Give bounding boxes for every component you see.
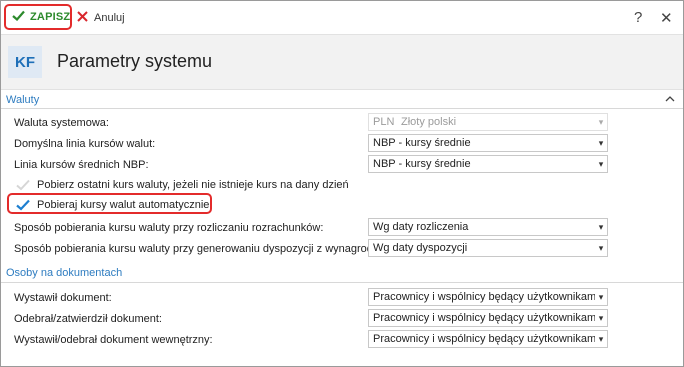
- chevron-down-icon[interactable]: ▾: [595, 243, 607, 254]
- close-icon[interactable]: ✕: [660, 9, 673, 27]
- label-linia-srednich: Linia kursów średnich NBP:: [14, 159, 149, 171]
- chevron-down-icon[interactable]: ▾: [595, 334, 607, 345]
- cancel-button-label: Anuluj: [94, 12, 125, 24]
- checkbox-pobierz-ostatni[interactable]: Pobierz ostatni kurs waluty, jeżeli nie …: [15, 177, 349, 192]
- chevron-down-icon[interactable]: ▾: [595, 292, 607, 303]
- chevron-up-icon[interactable]: [665, 93, 675, 105]
- help-icon[interactable]: ?: [634, 9, 642, 26]
- label-wystawil: Wystawił dokument:: [14, 292, 112, 304]
- sposob-dyspozycji-value: Wg daty dyspozycji: [373, 242, 468, 254]
- domyslna-linia-select[interactable]: NBP - kursy średnie ▾: [368, 134, 608, 152]
- linia-srednich-value: NBP - kursy średnie: [373, 158, 471, 170]
- wewnetrzny-value: Pracownicy i wspólnicy będący użytkownik…: [373, 333, 595, 345]
- parametry-systemu-window: ZAPISZ Anuluj ? ✕ KF Parametry systemu W…: [0, 0, 684, 367]
- wystawil-select[interactable]: Pracownicy i wspólnicy będący użytkownik…: [368, 288, 608, 306]
- label-domyslna-linia: Domyślna linia kursów walut:: [14, 138, 156, 150]
- chevron-down-icon[interactable]: ▾: [595, 313, 607, 324]
- sposob-rozrachunkow-value: Wg daty rozliczenia: [373, 221, 469, 233]
- checkbox-label: Pobierz ostatni kurs waluty, jeżeli nie …: [37, 178, 349, 191]
- label-wewnetrzny: Wystawił/odebrał dokument wewnętrzny:: [14, 334, 213, 346]
- wystawil-value: Pracownicy i wspólnicy będący użytkownik…: [373, 291, 595, 303]
- close-x-icon: [77, 11, 88, 25]
- checked-checkmark-icon[interactable]: [15, 197, 30, 212]
- currency-code: PLN: [373, 116, 395, 128]
- odebral-value: Pracownicy i wspólnicy będący użytkownik…: [373, 312, 595, 324]
- linia-srednich-select[interactable]: NBP - kursy średnie ▾: [368, 155, 608, 173]
- checkbox-pobieraj-automatycznie[interactable]: Pobieraj kursy walut automatycznie: [15, 197, 209, 212]
- toolbar: ZAPISZ Anuluj ? ✕: [1, 1, 683, 34]
- chevron-down-icon[interactable]: ▾: [595, 138, 607, 149]
- module-badge: KF: [8, 46, 42, 78]
- divider: [1, 282, 683, 283]
- label-sposob-dyspozycji: Sposób pobierania kursu waluty przy gene…: [14, 243, 394, 255]
- chevron-down-icon: ▾: [598, 116, 604, 127]
- unchecked-checkmark-icon[interactable]: [15, 177, 30, 192]
- label-sposob-rozrachunkow: Sposób pobierania kursu waluty przy rozl…: [14, 222, 324, 234]
- currency-name: Złoty polski: [401, 116, 457, 128]
- chevron-down-icon[interactable]: ▾: [595, 222, 607, 233]
- odebral-select[interactable]: Pracownicy i wspólnicy będący użytkownik…: [368, 309, 608, 327]
- checkbox-label: Pobieraj kursy walut automatycznie: [37, 198, 210, 211]
- section-title-osoby[interactable]: Osoby na dokumentach: [6, 267, 122, 279]
- save-button[interactable]: ZAPISZ: [4, 4, 72, 30]
- sposob-rozrachunkow-select[interactable]: Wg daty rozliczenia ▾: [368, 218, 608, 236]
- waluta-systemowa-select: PLN Złoty polski ▾: [368, 113, 608, 131]
- label-waluta-systemowa: Waluta systemowa:: [14, 117, 109, 129]
- save-button-label: ZAPISZ: [30, 11, 71, 23]
- cancel-button[interactable]: Anuluj: [77, 8, 125, 28]
- checkmark-icon: [12, 10, 25, 24]
- sposob-dyspozycji-select[interactable]: Wg daty dyspozycji ▾: [368, 239, 608, 257]
- label-odebral: Odebrał/zatwierdził dokument:: [14, 313, 162, 325]
- divider: [1, 108, 683, 109]
- domyslna-linia-value: NBP - kursy średnie: [373, 137, 471, 149]
- section-title-waluty[interactable]: Waluty: [6, 94, 39, 106]
- page-title: Parametry systemu: [57, 51, 213, 71]
- wewnetrzny-select[interactable]: Pracownicy i wspólnicy będący użytkownik…: [368, 330, 608, 348]
- page-header: KF Parametry systemu: [1, 34, 683, 90]
- chevron-down-icon[interactable]: ▾: [595, 159, 607, 170]
